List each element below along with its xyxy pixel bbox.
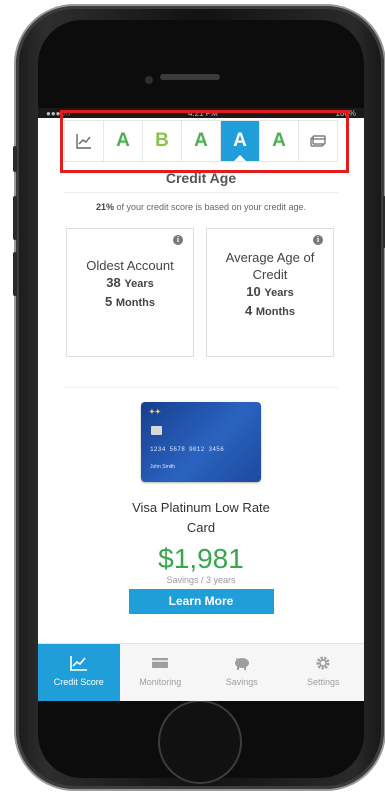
gear-icon — [316, 656, 330, 670]
years-value: 10 — [246, 284, 261, 299]
nav-monitoring[interactable]: Monitoring — [120, 644, 202, 701]
card-chip — [151, 426, 162, 435]
offer-title-line2: Card — [186, 520, 216, 535]
months-value: 4 — [245, 303, 253, 318]
stat-years: 10 Years — [207, 283, 333, 302]
savings-caption: Savings / 3 years — [166, 575, 236, 585]
battery-level: 100% — [335, 108, 356, 118]
divider — [64, 387, 338, 388]
stat-months: 5 Months — [67, 293, 193, 312]
bottom-nav: Credit Score Monitoring Savings Settings — [38, 643, 364, 701]
credit-card-image[interactable]: ✦✦ 1234 5678 9012 3456 John Smith — [141, 402, 261, 482]
home-button[interactable] — [158, 700, 242, 784]
chart-icon — [69, 656, 87, 671]
info-icon[interactable]: i — [173, 235, 183, 245]
signal-icon: ●●●○○ — [46, 108, 71, 118]
years-value: 38 — [106, 275, 121, 290]
status-bar: ●●●○○ 4:21 PM 100% — [38, 108, 364, 118]
status-time: 4:21 PM — [187, 108, 218, 118]
nav-credit-score[interactable]: Credit Score — [38, 644, 120, 701]
offer-title-line1: Visa Platinum Low Rate — [132, 500, 270, 515]
grade-tabs: A B A A A — [64, 120, 338, 162]
earpiece-speaker — [160, 74, 220, 80]
card-holder: John Smith — [150, 464, 176, 470]
nav-label: Settings — [306, 677, 340, 687]
months-unit: Months — [115, 297, 155, 309]
nav-label: Credit Score — [53, 677, 104, 687]
credit-cards-icon — [310, 135, 326, 147]
section-title: Credit Age — [64, 170, 338, 193]
nav-savings[interactable]: Savings — [201, 644, 283, 701]
tab-grade-2[interactable]: B — [143, 121, 182, 161]
oldest-account-card: i Oldest Account 38 Years 5 Months — [66, 228, 194, 357]
card-offer: ✦✦ 1234 5678 9012 3456 John Smith Visa P… — [38, 402, 364, 614]
trend-chart-icon — [76, 134, 91, 149]
section-description: 21% of your credit score is based on you… — [38, 202, 364, 212]
tab-grade-credit-age[interactable]: A — [221, 121, 260, 161]
months-value: 5 — [105, 294, 113, 309]
card-number: 1234 5678 9012 3456 — [150, 446, 225, 453]
stat-label-line1: Average Age of — [225, 250, 315, 265]
nav-label: Monitoring — [139, 677, 182, 687]
volume-down-button — [13, 252, 17, 296]
app-screen: ●●●○○ 4:21 PM 100% A B A A A Credit Age … — [38, 108, 364, 701]
front-camera — [145, 76, 153, 84]
stat-years: 38 Years — [67, 274, 193, 293]
stat-label: Oldest Account — [86, 258, 174, 273]
info-icon[interactable]: i — [313, 235, 323, 245]
nav-settings[interactable]: Settings — [283, 644, 365, 701]
savings-amount: $1,981 — [158, 543, 244, 574]
average-age-card: i Average Age of Credit 10 Years 4 Month… — [206, 228, 334, 357]
stat-cards: i Oldest Account 38 Years 5 Months i Ave… — [66, 228, 364, 357]
stat-months: 4 Months — [207, 302, 333, 321]
piggy-bank-icon — [234, 658, 249, 670]
offer-title: Visa Platinum Low Rate Card — [38, 498, 364, 538]
tab-grade-1[interactable]: A — [104, 121, 143, 161]
stat-label-line2: Credit — [252, 267, 288, 282]
tab-cards[interactable] — [299, 121, 337, 161]
mute-switch — [13, 146, 17, 172]
monitor-icon — [152, 658, 169, 668]
years-unit: Years — [264, 287, 294, 299]
volume-up-button — [13, 196, 17, 240]
nav-label: Savings — [225, 677, 258, 687]
tab-grade-5[interactable]: A — [260, 121, 299, 161]
tab-grade-3[interactable]: A — [182, 121, 221, 161]
tab-trend[interactable] — [65, 121, 104, 161]
months-unit: Months — [255, 306, 295, 318]
description-text: of your credit score is based on your cr… — [113, 202, 307, 212]
years-unit: Years — [124, 278, 154, 290]
learn-more-button[interactable]: Learn More — [128, 589, 274, 614]
card-issuer-logo: ✦✦ — [149, 409, 161, 416]
credit-age-percent: 21% — [95, 202, 114, 212]
